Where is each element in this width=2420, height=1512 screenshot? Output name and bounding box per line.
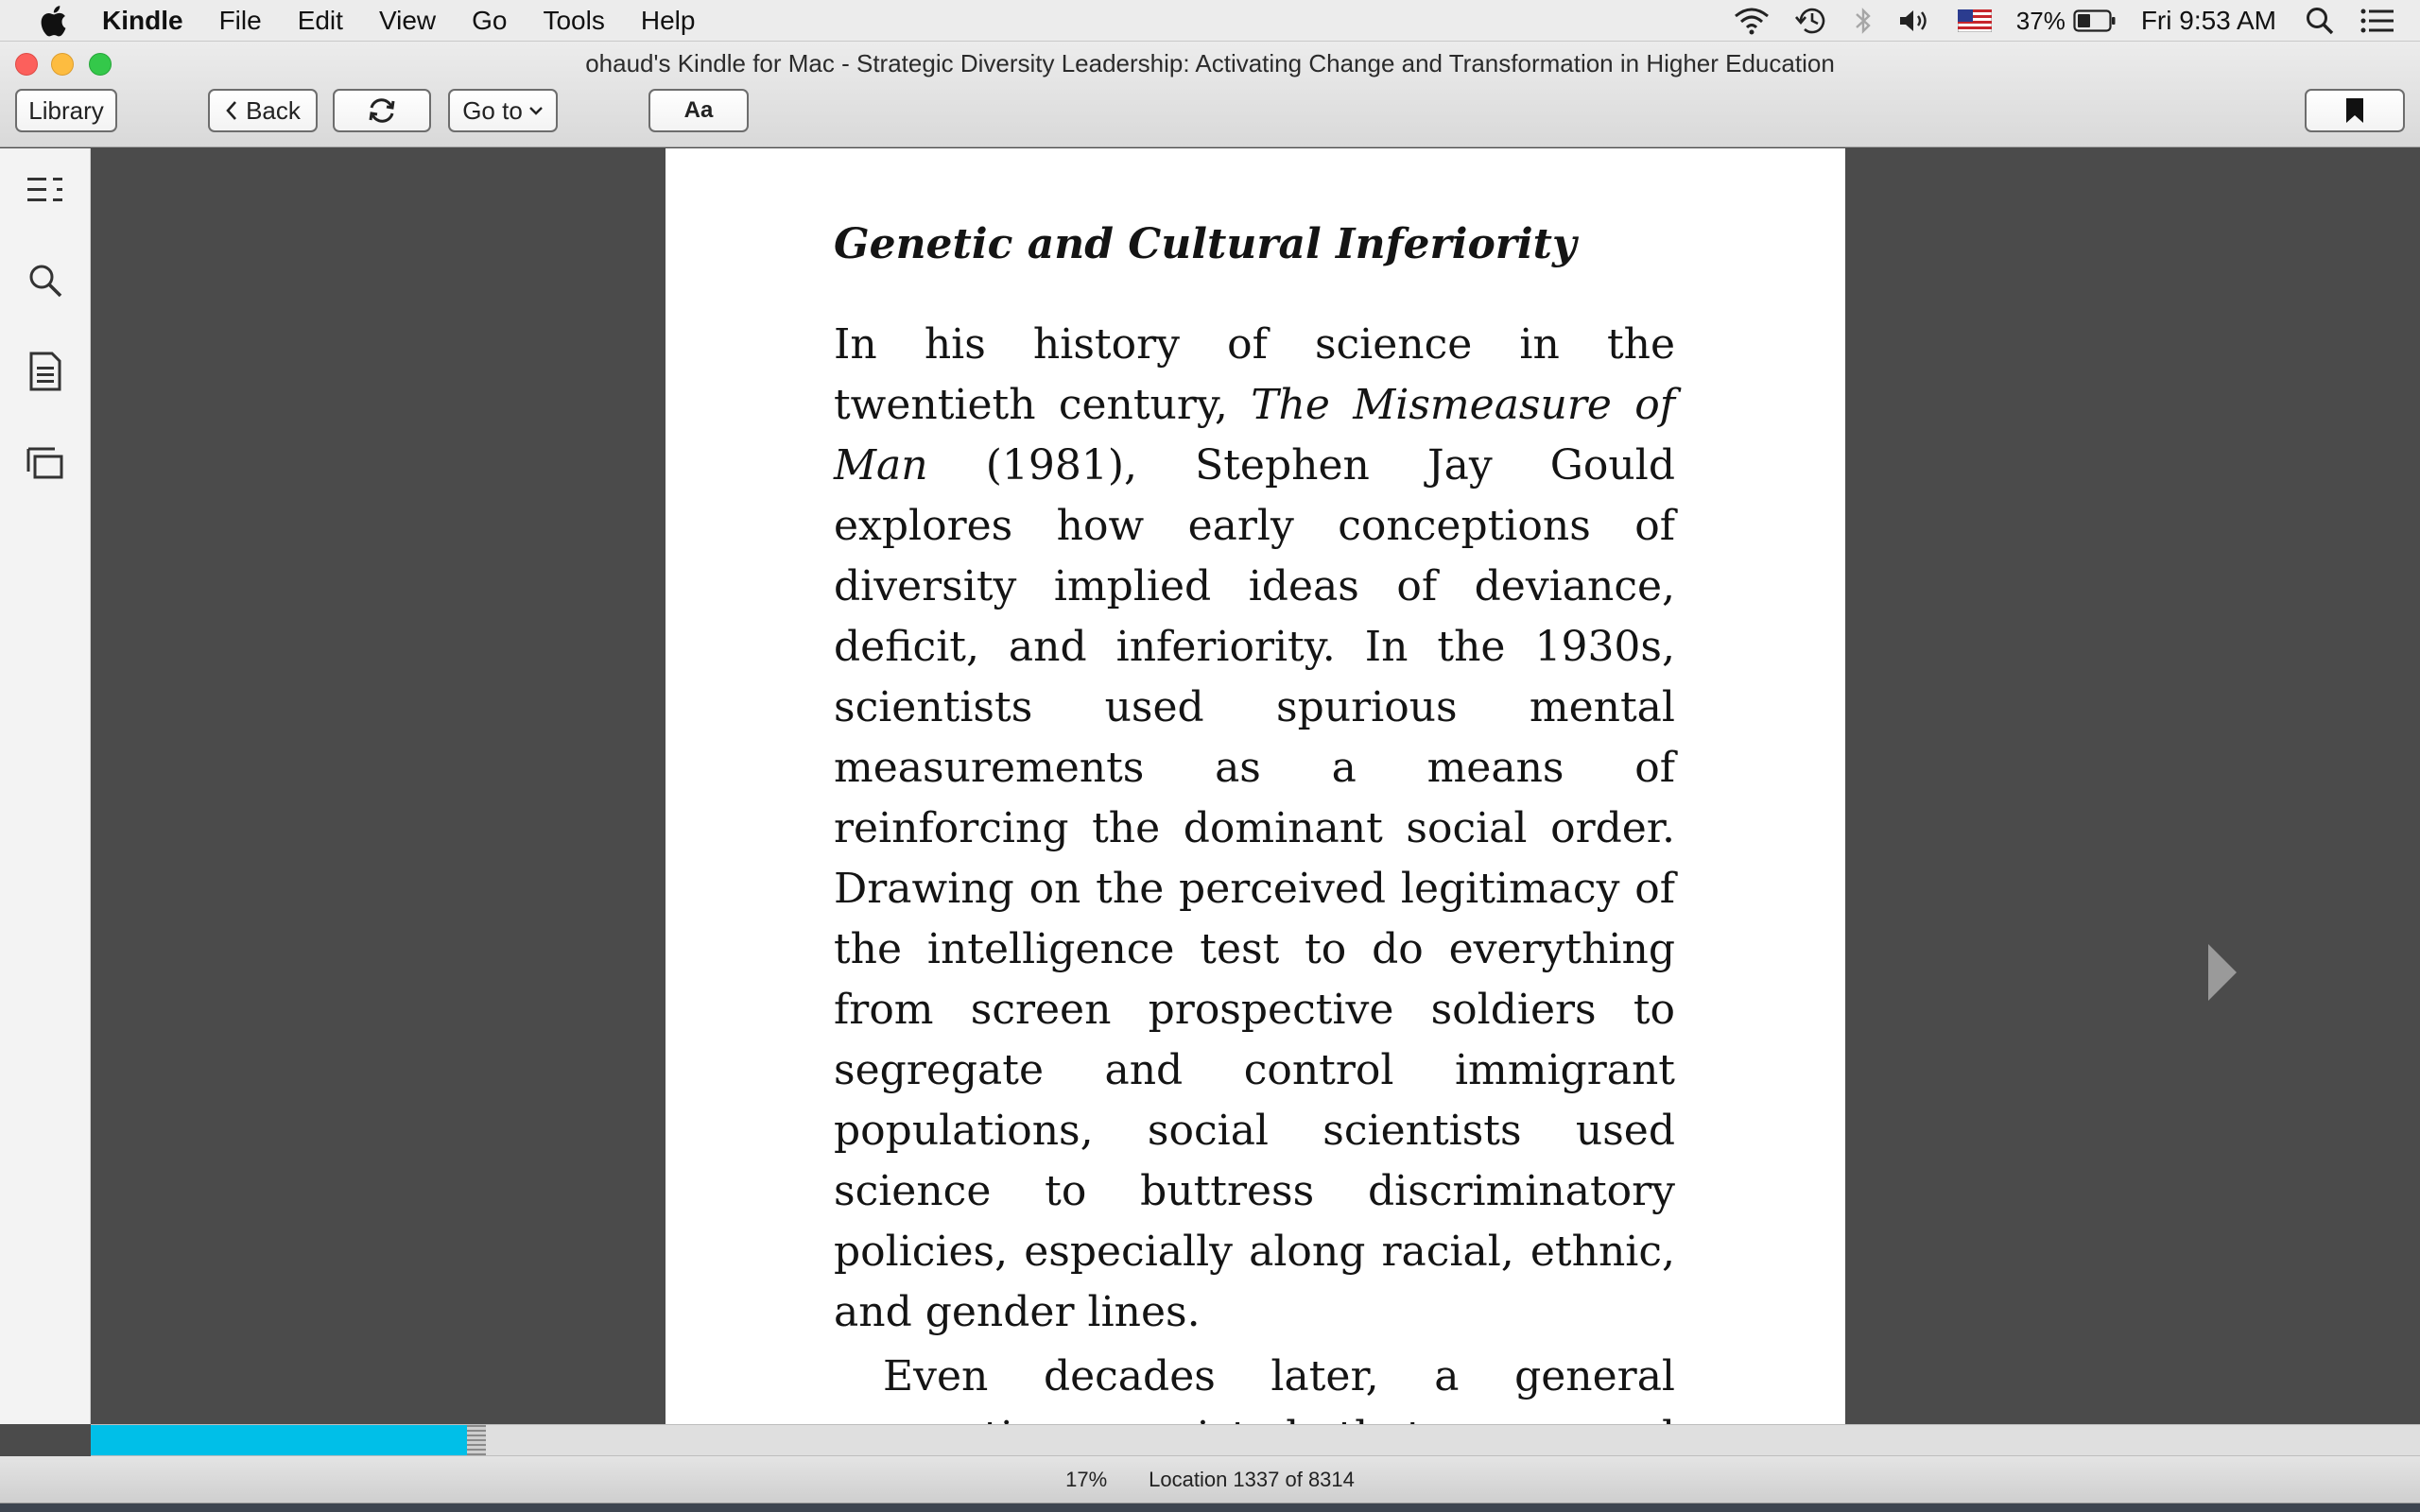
menu-bar-clock[interactable]: Fri 9:53 AM — [2141, 6, 2276, 36]
go-to-button-label: Go to — [462, 95, 523, 125]
reading-area[interactable]: Genetic and Cultural Inferiority In his … — [91, 148, 2420, 1424]
time-machine-icon[interactable] — [1794, 5, 1829, 37]
menu-file[interactable]: File — [219, 6, 262, 36]
reading-progress-bar[interactable] — [91, 1424, 2420, 1456]
font-settings-button-label: Aa — [683, 97, 714, 123]
book-page[interactable]: Genetic and Cultural Inferiority In his … — [666, 148, 1845, 1424]
menu-tools[interactable]: Tools — [543, 6, 604, 36]
chevron-down-icon — [528, 105, 544, 116]
sync-refresh-icon — [366, 96, 398, 125]
paragraph-text-rest: (1981), Stephen Jay Gould explores how e… — [834, 441, 1675, 1336]
back-button[interactable]: Back — [208, 89, 318, 132]
bookmark-button[interactable] — [2305, 89, 2405, 132]
menu-app-kindle[interactable]: Kindle — [102, 6, 183, 36]
notification-center-icon[interactable] — [2360, 7, 2395, 35]
library-button[interactable]: Library — [15, 89, 117, 132]
location-indicator: Location 1337 of 8314 — [1149, 1467, 1355, 1491]
left-sidebar — [0, 148, 91, 1424]
reading-percentage: 17% — [1065, 1467, 1108, 1491]
library-button-label: Library — [28, 95, 104, 125]
bookmark-icon — [2344, 97, 2365, 124]
desktop-background — [0, 1503, 2420, 1512]
back-button-label: Back — [246, 95, 301, 125]
font-settings-button[interactable]: Aa — [648, 89, 749, 132]
apple-menu-icon[interactable] — [34, 4, 72, 38]
chevron-left-icon — [225, 100, 238, 121]
progress-bar-fill — [91, 1425, 467, 1455]
wifi-icon[interactable] — [1733, 7, 1771, 35]
status-menus: 37% Fri 9:53 AM — [1733, 0, 2420, 42]
window-titlebar: ohaud's Kindle for Mac - Strategic Diver… — [0, 42, 2420, 147]
section-heading: Genetic and Cultural Inferiority — [834, 220, 1577, 268]
spotlight-search-icon[interactable] — [2305, 6, 2335, 36]
volume-icon[interactable] — [1897, 7, 1933, 35]
input-source-us-flag-icon[interactable] — [1957, 9, 1992, 32]
reading-status-bar: 17% Location 1337 of 8314 — [0, 1456, 2420, 1503]
menu-go[interactable]: Go — [472, 6, 507, 36]
battery-icon[interactable] — [2073, 9, 2117, 33]
bluetooth-icon[interactable] — [1854, 6, 1873, 36]
progress-slider-handle[interactable] — [467, 1425, 486, 1455]
menu-help[interactable]: Help — [641, 6, 696, 36]
window-title: ohaud's Kindle for Mac - Strategic Diver… — [585, 49, 1835, 77]
menu-view[interactable]: View — [379, 6, 436, 36]
flashcards-icon[interactable] — [23, 441, 68, 487]
notes-icon[interactable] — [23, 349, 68, 394]
menu-edit[interactable]: Edit — [298, 6, 343, 36]
sync-button[interactable] — [333, 89, 431, 132]
battery-percentage[interactable]: 37% — [2016, 7, 2066, 36]
next-page-arrow-icon[interactable] — [2206, 942, 2238, 1003]
body-paragraph: Even decades later, a general conception… — [834, 1352, 1675, 1424]
body-paragraph: In his history of science in the twentie… — [834, 315, 1675, 1343]
search-icon[interactable] — [23, 258, 68, 303]
table-of-contents-icon[interactable] — [23, 167, 68, 213]
go-to-menu-button[interactable]: Go to — [448, 89, 558, 132]
page-content: Genetic and Cultural Inferiority In his … — [834, 218, 1675, 1424]
menu-bar: Kindle File Edit View Go Tools Help 37% … — [0, 0, 2420, 42]
